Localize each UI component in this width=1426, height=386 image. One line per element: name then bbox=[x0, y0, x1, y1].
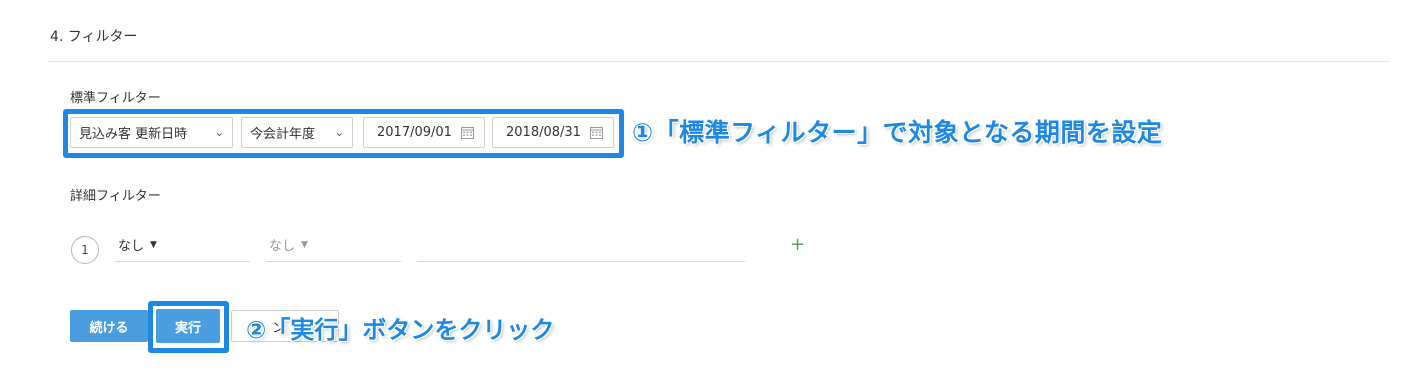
condition-dropdown-2[interactable]: なし ▼ bbox=[269, 235, 308, 254]
standard-filter-highlight bbox=[63, 109, 624, 158]
callout-standard-filter: ①「標準フィルター」で対象となる期間を設定 bbox=[632, 118, 1163, 147]
condition-value-2: なし bbox=[269, 239, 296, 254]
condition-value-input[interactable] bbox=[417, 261, 745, 262]
condition-dropdown-1[interactable]: なし ▼ bbox=[118, 235, 157, 254]
caret-down-icon: ▼ bbox=[301, 239, 308, 250]
detail-filter-label: 詳細フィルター bbox=[70, 189, 161, 204]
condition-underline-1 bbox=[115, 261, 250, 262]
filter-row-number: 1 bbox=[71, 236, 99, 264]
continue-button[interactable]: 続ける bbox=[70, 310, 148, 342]
divider bbox=[48, 61, 1390, 62]
add-filter-icon[interactable]: + bbox=[790, 234, 805, 255]
run-button-highlight bbox=[148, 301, 229, 353]
condition-value-1: なし bbox=[118, 239, 145, 254]
section-title: 4. フィルター bbox=[50, 29, 138, 45]
standard-filter-label: 標準フィルター bbox=[70, 91, 161, 106]
callout-run-button: ②「実行」ボタンをクリック bbox=[246, 316, 555, 344]
caret-down-icon: ▼ bbox=[150, 239, 157, 250]
condition-underline-2 bbox=[266, 261, 401, 262]
